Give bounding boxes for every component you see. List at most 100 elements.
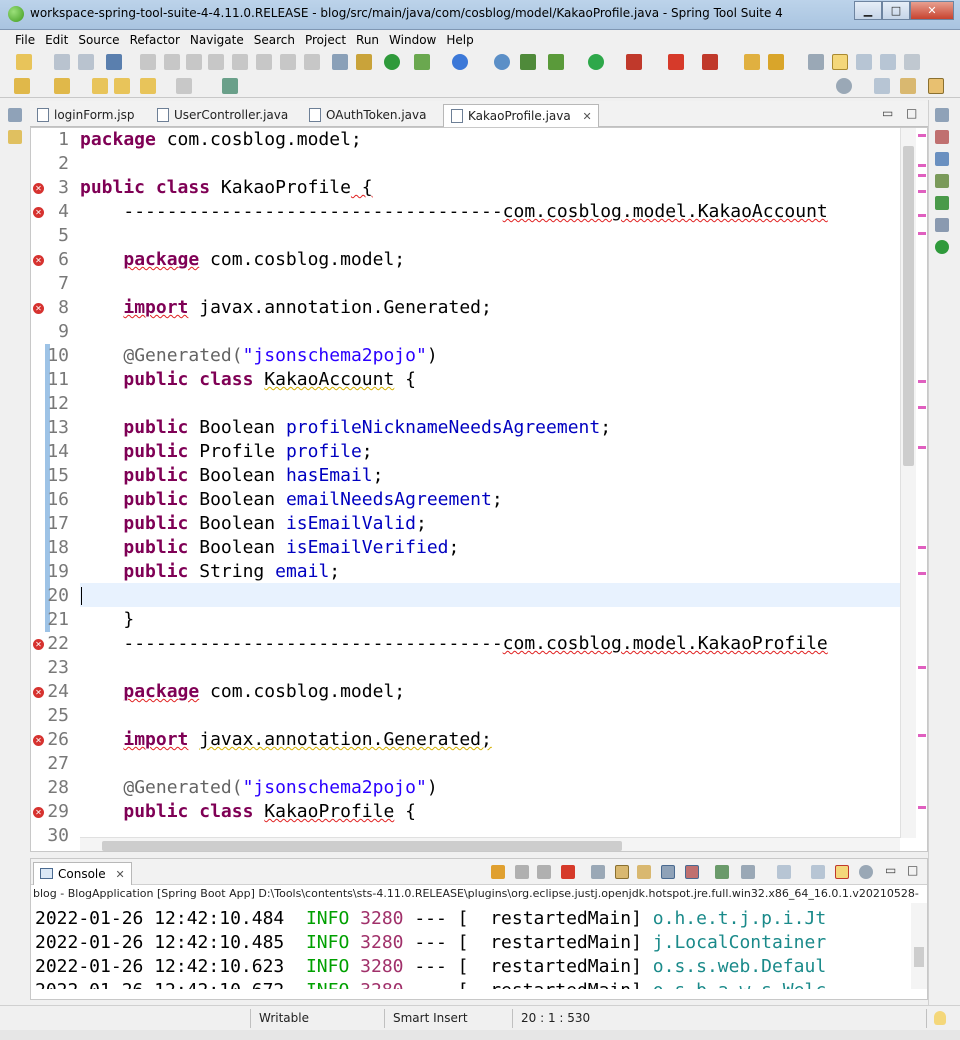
save-all-icon[interactable] [78, 54, 94, 70]
scroll-lock-icon[interactable] [615, 865, 629, 879]
close-tab-icon[interactable]: ✕ [583, 110, 592, 123]
annotation-marker[interactable] [918, 572, 926, 575]
back-icon[interactable] [114, 78, 130, 94]
menu-run[interactable]: Run [351, 30, 384, 50]
boot-dashboard-icon[interactable] [384, 54, 400, 70]
forward-arrow-icon[interactable] [176, 78, 192, 94]
menu-file[interactable]: File [10, 30, 40, 50]
tab-loginform-jsp[interactable]: loginForm.jsp [30, 104, 140, 127]
hierarchy-icon[interactable] [935, 174, 949, 188]
quick-access-search-icon[interactable] [836, 78, 852, 94]
block-selection-icon[interactable] [856, 54, 872, 70]
debug-icon[interactable] [520, 54, 536, 70]
tab-console[interactable]: Console ✕ [33, 862, 132, 885]
open-perspective-icon[interactable] [874, 78, 890, 94]
run-external-icon[interactable] [626, 54, 642, 70]
editor-horizontal-scrollbar[interactable] [80, 837, 900, 851]
remove-launch-icon[interactable] [515, 865, 529, 879]
step-over-icon[interactable] [280, 54, 296, 70]
menu-window[interactable]: Window [384, 30, 441, 50]
error-icon[interactable]: ✕ [33, 207, 44, 218]
tab-usercontroller-java[interactable]: UserController.java [150, 104, 294, 127]
error-icon[interactable]: ✕ [33, 807, 44, 818]
minimize-icon[interactable]: ▭ [885, 863, 896, 877]
mark-occurrences-icon[interactable] [832, 54, 848, 70]
menu-help[interactable]: Help [441, 30, 478, 50]
show-whitespace-icon[interactable] [880, 54, 896, 70]
resume-icon[interactable] [164, 54, 180, 70]
annotation-marker[interactable] [918, 164, 926, 167]
annotation-marker[interactable] [918, 380, 926, 383]
stop-icon[interactable] [668, 54, 684, 70]
relaunch-icon[interactable] [702, 54, 718, 70]
terminate-icon[interactable] [208, 54, 224, 70]
maximize-icon[interactable]: □ [906, 106, 917, 120]
error-icon[interactable]: ✕ [33, 735, 44, 746]
error-icon[interactable]: ✕ [33, 183, 44, 194]
drop-to-frame-icon[interactable] [332, 54, 348, 70]
remove-all-launches-icon[interactable] [537, 865, 551, 879]
show-on-stderr-icon[interactable] [685, 865, 699, 879]
run-icon[interactable] [588, 54, 604, 70]
pin-editor-icon[interactable] [222, 78, 238, 94]
next-annotation-icon[interactable] [14, 78, 30, 94]
close-icon[interactable]: ✕ [910, 1, 954, 20]
open-console-icon[interactable] [777, 865, 791, 879]
outline-icon[interactable] [935, 130, 949, 144]
ansi-colors-icon[interactable] [835, 865, 849, 879]
error-icon[interactable]: ✕ [33, 303, 44, 314]
menu-navigate[interactable]: Navigate [185, 30, 249, 50]
close-tab-icon[interactable]: ✕ [115, 868, 124, 881]
error-icon[interactable]: ✕ [33, 255, 44, 266]
open-task-icon[interactable] [768, 54, 784, 70]
tab-kakaoprofile-java[interactable]: KakaoProfile.java ✕ [443, 104, 599, 127]
copy-icon[interactable] [811, 865, 825, 879]
use-step-filters-icon[interactable] [356, 54, 372, 70]
annotation-marker[interactable] [918, 666, 926, 669]
terminate-icon[interactable] [561, 865, 575, 879]
suspend-icon[interactable] [186, 54, 202, 70]
minimize-icon[interactable]: ▁ [854, 1, 882, 20]
annotation-marker[interactable] [918, 174, 926, 177]
task-list-icon[interactable] [935, 152, 949, 166]
display-selected-console-icon[interactable] [741, 865, 755, 879]
lightbulb-icon[interactable] [934, 1011, 946, 1025]
status-cursor-position[interactable]: 20 : 1 : 530 [521, 1010, 590, 1026]
menu-project[interactable]: Project [300, 30, 351, 50]
previous-annotation-icon[interactable] [54, 78, 70, 94]
minimize-icon[interactable]: ▭ [882, 106, 893, 120]
clear-console-icon[interactable] [591, 865, 605, 879]
overview-ruler[interactable] [916, 128, 927, 838]
scrollbar-thumb[interactable] [914, 947, 924, 967]
skip-breakpoints-icon[interactable] [140, 54, 156, 70]
show-on-stdout-icon[interactable] [661, 865, 675, 879]
bug-icon[interactable] [548, 54, 564, 70]
code-editor[interactable]: ✕ ✕ ✕ ✕ ✕ ✕ ✕ ✕ 1 2 3 4 5 6 7 8 9 10 11 … [30, 127, 928, 852]
status-insert-mode[interactable]: Smart Insert [393, 1010, 468, 1026]
gear-icon[interactable] [859, 865, 873, 879]
relaunch-icon[interactable] [491, 865, 505, 879]
scrollbar-thumb[interactable] [903, 146, 914, 466]
step-into-icon[interactable] [256, 54, 272, 70]
package-explorer-icon[interactable] [8, 130, 22, 144]
boot-dashboard-icon[interactable] [935, 240, 949, 254]
annotation-marker[interactable] [918, 134, 926, 137]
menu-search[interactable]: Search [249, 30, 300, 50]
spring-perspective-icon[interactable] [928, 78, 944, 94]
console-icon[interactable] [106, 54, 122, 70]
disconnect-icon[interactable] [232, 54, 248, 70]
new-java-project-icon[interactable] [452, 54, 468, 70]
java-ee-perspective-icon[interactable] [900, 78, 916, 94]
search-icon[interactable] [808, 54, 824, 70]
maximize-icon[interactable]: □ [882, 1, 910, 20]
new-icon[interactable] [16, 54, 32, 70]
last-edit-location-icon[interactable] [92, 78, 108, 94]
error-icon[interactable]: ✕ [33, 687, 44, 698]
tab-oauthtoken-java[interactable]: OAuthToken.java [302, 104, 432, 127]
annotation-marker[interactable] [918, 446, 926, 449]
spring-explorer-icon[interactable] [935, 196, 949, 210]
maximize-icon[interactable]: □ [907, 863, 918, 877]
web-browser-icon[interactable] [494, 54, 510, 70]
annotation-marker[interactable] [918, 190, 926, 193]
menu-source[interactable]: Source [73, 30, 124, 50]
